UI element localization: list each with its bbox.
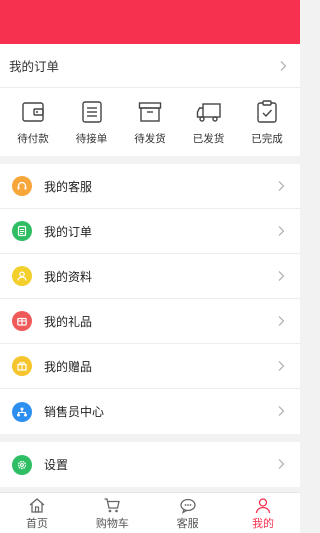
menu-item-sales-center[interactable]: 销售员中心 [0,389,300,434]
menu-item-settings[interactable]: 设置 [0,442,300,487]
order-status-label: 已完成 [251,132,283,145]
settings-group: 设置 [0,442,300,487]
chevron-right-icon [278,316,285,326]
order-status-pending-payment[interactable]: 待付款 [8,99,58,146]
menu-item-my-gifts[interactable]: 我的礼品 [0,299,300,344]
tab-me[interactable]: 我的 [232,493,294,533]
truck-icon [196,102,221,122]
gift-icon [12,311,32,331]
chat-icon [180,498,196,514]
user-icon [255,498,271,514]
menu-item-label: 我的礼品 [44,314,93,329]
chevron-right-icon [278,226,285,236]
menu-item-label: 我的赠品 [44,359,93,374]
bottom-tab-bar: 首页 购物车 客服 我的 [0,492,300,533]
gear-icon [12,454,32,475]
home-icon [29,498,45,513]
menu-item-label: 我的订单 [44,224,93,239]
chevron-right-icon [278,361,285,371]
wallet-icon [22,101,44,122]
orders-title: 我的订单 [9,59,60,74]
chevron-right-icon [280,60,287,71]
menu-item-label: 销售员中心 [44,405,105,419]
order-status-completed[interactable]: 已完成 [242,99,292,146]
order-status-awaiting-acceptance[interactable]: 待接单 [67,99,117,146]
headset-icon [12,176,32,196]
menu-item-label: 我的客服 [44,179,93,194]
person-icon [12,266,32,286]
top-header-bar [0,0,300,44]
tab-label: 购物车 [95,517,129,530]
document-icon [12,221,32,241]
order-status-label: 待发货 [134,132,166,145]
network-icon [12,401,32,422]
tab-service[interactable]: 客服 [157,493,219,533]
tab-label: 客服 [176,517,199,530]
list-doc-icon [81,100,102,123]
present-icon [12,356,32,376]
order-status-label: 待付款 [17,132,49,145]
menu-item-label: 设置 [44,458,69,472]
tab-home[interactable]: 首页 [6,493,68,533]
menu-item-my-profile[interactable]: 我的资料 [0,254,300,299]
menu-list: 我的客服 我的订单 我的资料 我的礼品 我的赠品 销售员中心 [0,164,300,434]
tab-cart[interactable]: 购物车 [81,493,143,533]
chevron-right-icon [278,181,285,191]
order-status-label: 已发货 [192,132,225,145]
menu-item-my-orders[interactable]: 我的订单 [0,209,300,254]
menu-item-customer-service[interactable]: 我的客服 [0,164,300,209]
clipboard-check-icon [257,99,277,123]
menu-item-my-giveaways[interactable]: 我的赠品 [0,344,300,389]
cart-icon [104,498,121,513]
order-status-awaiting-shipment[interactable]: 待发货 [125,99,175,146]
menu-item-label: 我的资料 [44,269,93,284]
chevron-right-icon [278,459,285,469]
tab-label: 我的 [251,517,274,530]
tab-label: 首页 [26,517,48,530]
my-orders-row[interactable]: 我的订单 [0,44,300,88]
order-status-shipped[interactable]: 已发货 [184,99,234,146]
order-status-label: 待接单 [75,132,108,145]
chevron-right-icon [278,406,285,416]
chevron-right-icon [278,271,285,281]
box-icon [138,101,162,122]
orders-section: 我的订单 待付款 待接单 待发货 已发货 已完成 [0,44,300,156]
order-status-grid: 待付款 待接单 待发货 已发货 已完成 [0,88,300,156]
